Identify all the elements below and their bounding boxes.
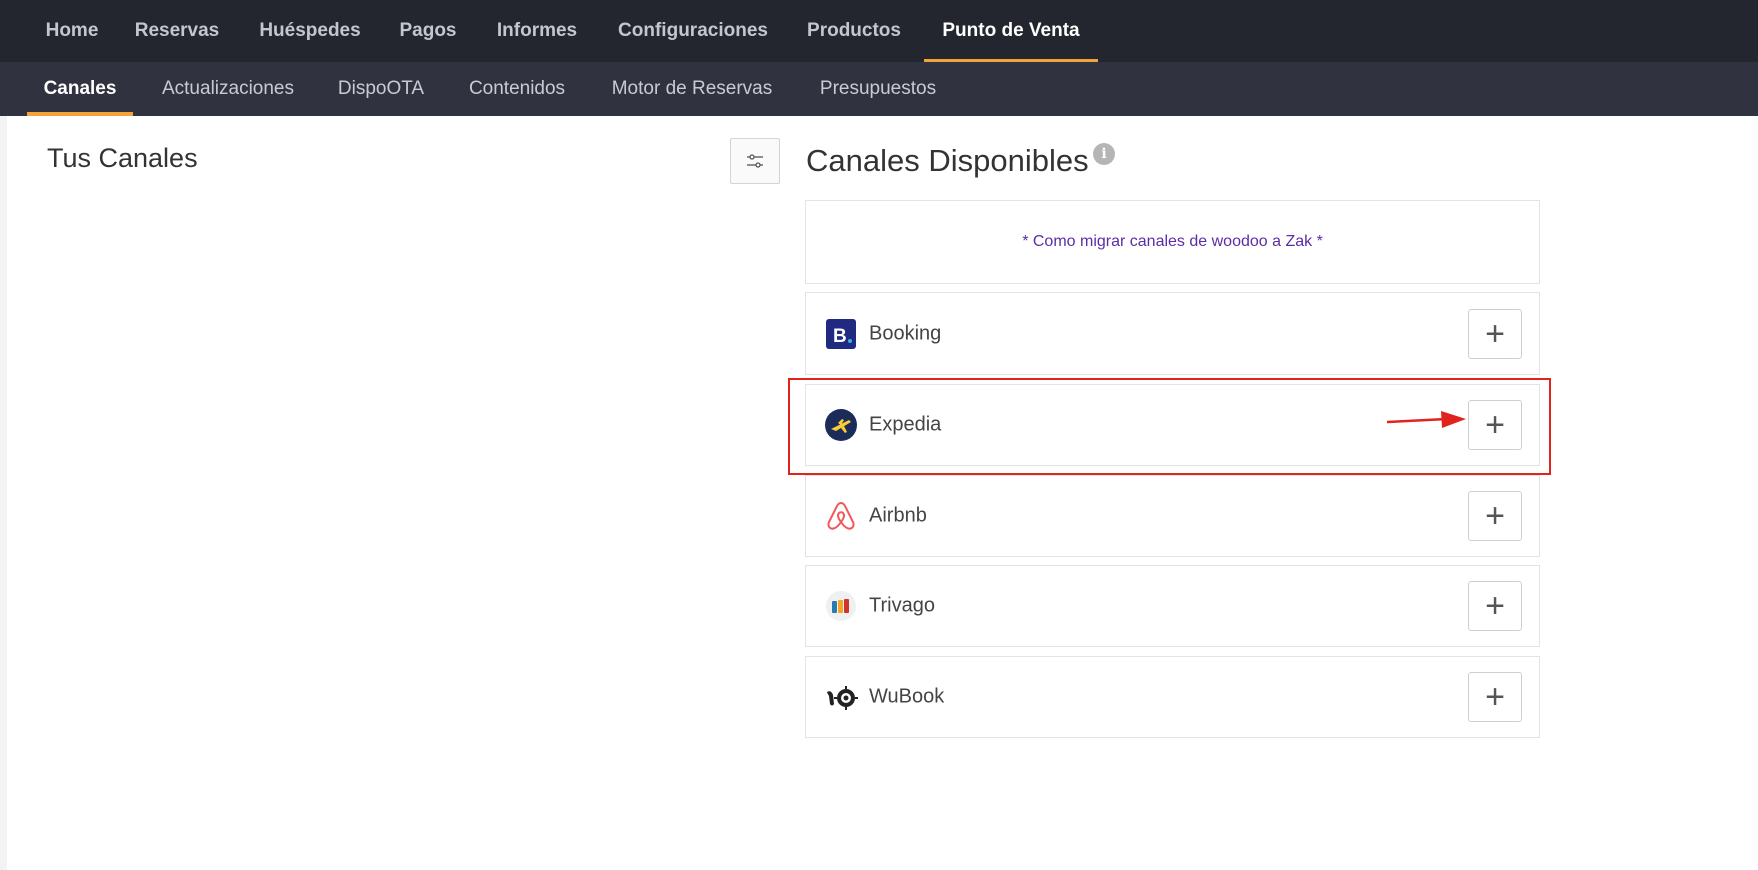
add-expedia-button[interactable]: +: [1468, 400, 1522, 450]
nav-informes[interactable]: Informes: [494, 0, 580, 62]
nav-pagos[interactable]: Pagos: [397, 0, 459, 62]
airbnb-logo-icon: [827, 501, 855, 530]
red-arrow-icon: [1386, 411, 1466, 428]
svg-text:B: B: [833, 326, 847, 347]
subnav-actualizaciones[interactable]: Actualizaciones: [155, 62, 301, 116]
top-nav: Home Reservas Huéspedes Pagos Informes C…: [0, 0, 1758, 62]
subnav-canales[interactable]: Canales: [27, 62, 133, 116]
add-trivago-button[interactable]: +: [1468, 581, 1522, 631]
wubook-logo-icon: [827, 686, 858, 710]
channel-name: Trivago: [869, 594, 935, 617]
info-icon[interactable]: i: [1093, 143, 1115, 165]
booking-logo-icon: B: [826, 318, 856, 349]
channel-name: Airbnb: [869, 504, 927, 527]
filter-button[interactable]: [730, 138, 780, 184]
subnav-motor-de-reservas[interactable]: Motor de Reservas: [604, 62, 780, 116]
channel-name: Expedia: [869, 413, 942, 436]
migrate-link[interactable]: * Como migrar canales de woodoo a Zak *: [806, 201, 1539, 283]
add-booking-button[interactable]: +: [1468, 308, 1522, 359]
add-wubook-button[interactable]: +: [1468, 672, 1522, 722]
expedia-logo-icon: [825, 409, 857, 441]
nav-punto-de-venta[interactable]: Punto de Venta: [924, 0, 1098, 62]
trivago-logo-icon: [826, 591, 856, 621]
nav-home[interactable]: Home: [44, 0, 100, 62]
subnav-contenidos[interactable]: Contenidos: [463, 62, 571, 116]
nav-productos[interactable]: Productos: [804, 0, 904, 62]
add-airbnb-button[interactable]: +: [1468, 491, 1522, 541]
channel-name: WuBook: [869, 685, 945, 708]
subnav-presupuestos[interactable]: Presupuestos: [813, 62, 943, 116]
nav-huespedes[interactable]: Huéspedes: [256, 0, 364, 62]
sliders-icon: [747, 154, 763, 168]
canales-disponibles-heading: Canales Disponibles: [806, 143, 1089, 178]
nav-configuraciones[interactable]: Configuraciones: [614, 0, 772, 62]
channel-row-wubook: WuBook +: [805, 656, 1540, 738]
migrate-card: * Como migrar canales de woodoo a Zak *: [805, 200, 1540, 284]
sub-nav: Canales Actualizaciones DispoOTA Conteni…: [0, 62, 1758, 116]
tus-canales-heading: Tus Canales: [47, 143, 198, 173]
subnav-dispoota[interactable]: DispoOTA: [333, 62, 429, 116]
channel-row-airbnb: Airbnb +: [805, 475, 1540, 557]
channel-row-trivago: Trivago +: [805, 565, 1540, 647]
channel-row-booking: B Booking +: [805, 292, 1540, 375]
nav-reservas[interactable]: Reservas: [133, 0, 221, 62]
channel-name: Booking: [869, 322, 942, 344]
